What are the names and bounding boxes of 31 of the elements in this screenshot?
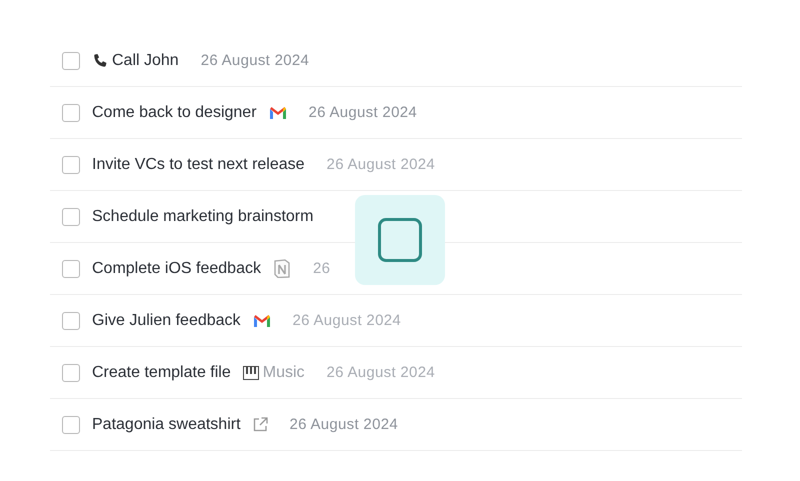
task-checkbox[interactable]	[62, 260, 80, 278]
mail-icon	[252, 314, 271, 328]
task-date: 26	[312, 260, 330, 277]
mail-icon	[268, 106, 287, 120]
task-title: Create template file	[92, 364, 231, 382]
phone-icon	[92, 52, 108, 68]
task-date: 26 August 2024	[326, 156, 436, 173]
task-title: Give Julien feedback	[92, 312, 241, 330]
task-date: 26 August 2024	[326, 364, 435, 381]
task-checkbox[interactable]	[62, 156, 80, 174]
task-title: Schedule marketing brainstorm	[92, 208, 314, 226]
task-checkbox[interactable]	[62, 104, 80, 122]
task-title: Call John	[112, 52, 179, 70]
external-link-icon	[252, 417, 268, 432]
piano-icon	[242, 366, 259, 380]
task-tag: Music	[262, 364, 305, 382]
task-title: Come back to designer	[92, 104, 257, 122]
task-checkbox[interactable]	[62, 208, 80, 226]
task-checkbox[interactable]	[62, 416, 80, 434]
task-checkbox[interactable]	[62, 364, 80, 382]
task-date: 26 August 2024	[308, 104, 417, 121]
drag-tile[interactable]	[355, 195, 445, 285]
task-checkbox[interactable]	[62, 312, 80, 330]
task-title: Patagonia sweatshirt	[92, 416, 241, 434]
task-date: 26 August 2024	[292, 312, 401, 329]
task-checkbox[interactable]	[62, 52, 80, 70]
task-date: 26 August 2024	[290, 416, 398, 433]
task-title: Invite VCs to test next release	[92, 156, 305, 174]
notebook-icon	[272, 259, 291, 278]
task-date: 26 August 2024	[200, 52, 310, 69]
task-title: Complete iOS feedback	[92, 260, 261, 278]
